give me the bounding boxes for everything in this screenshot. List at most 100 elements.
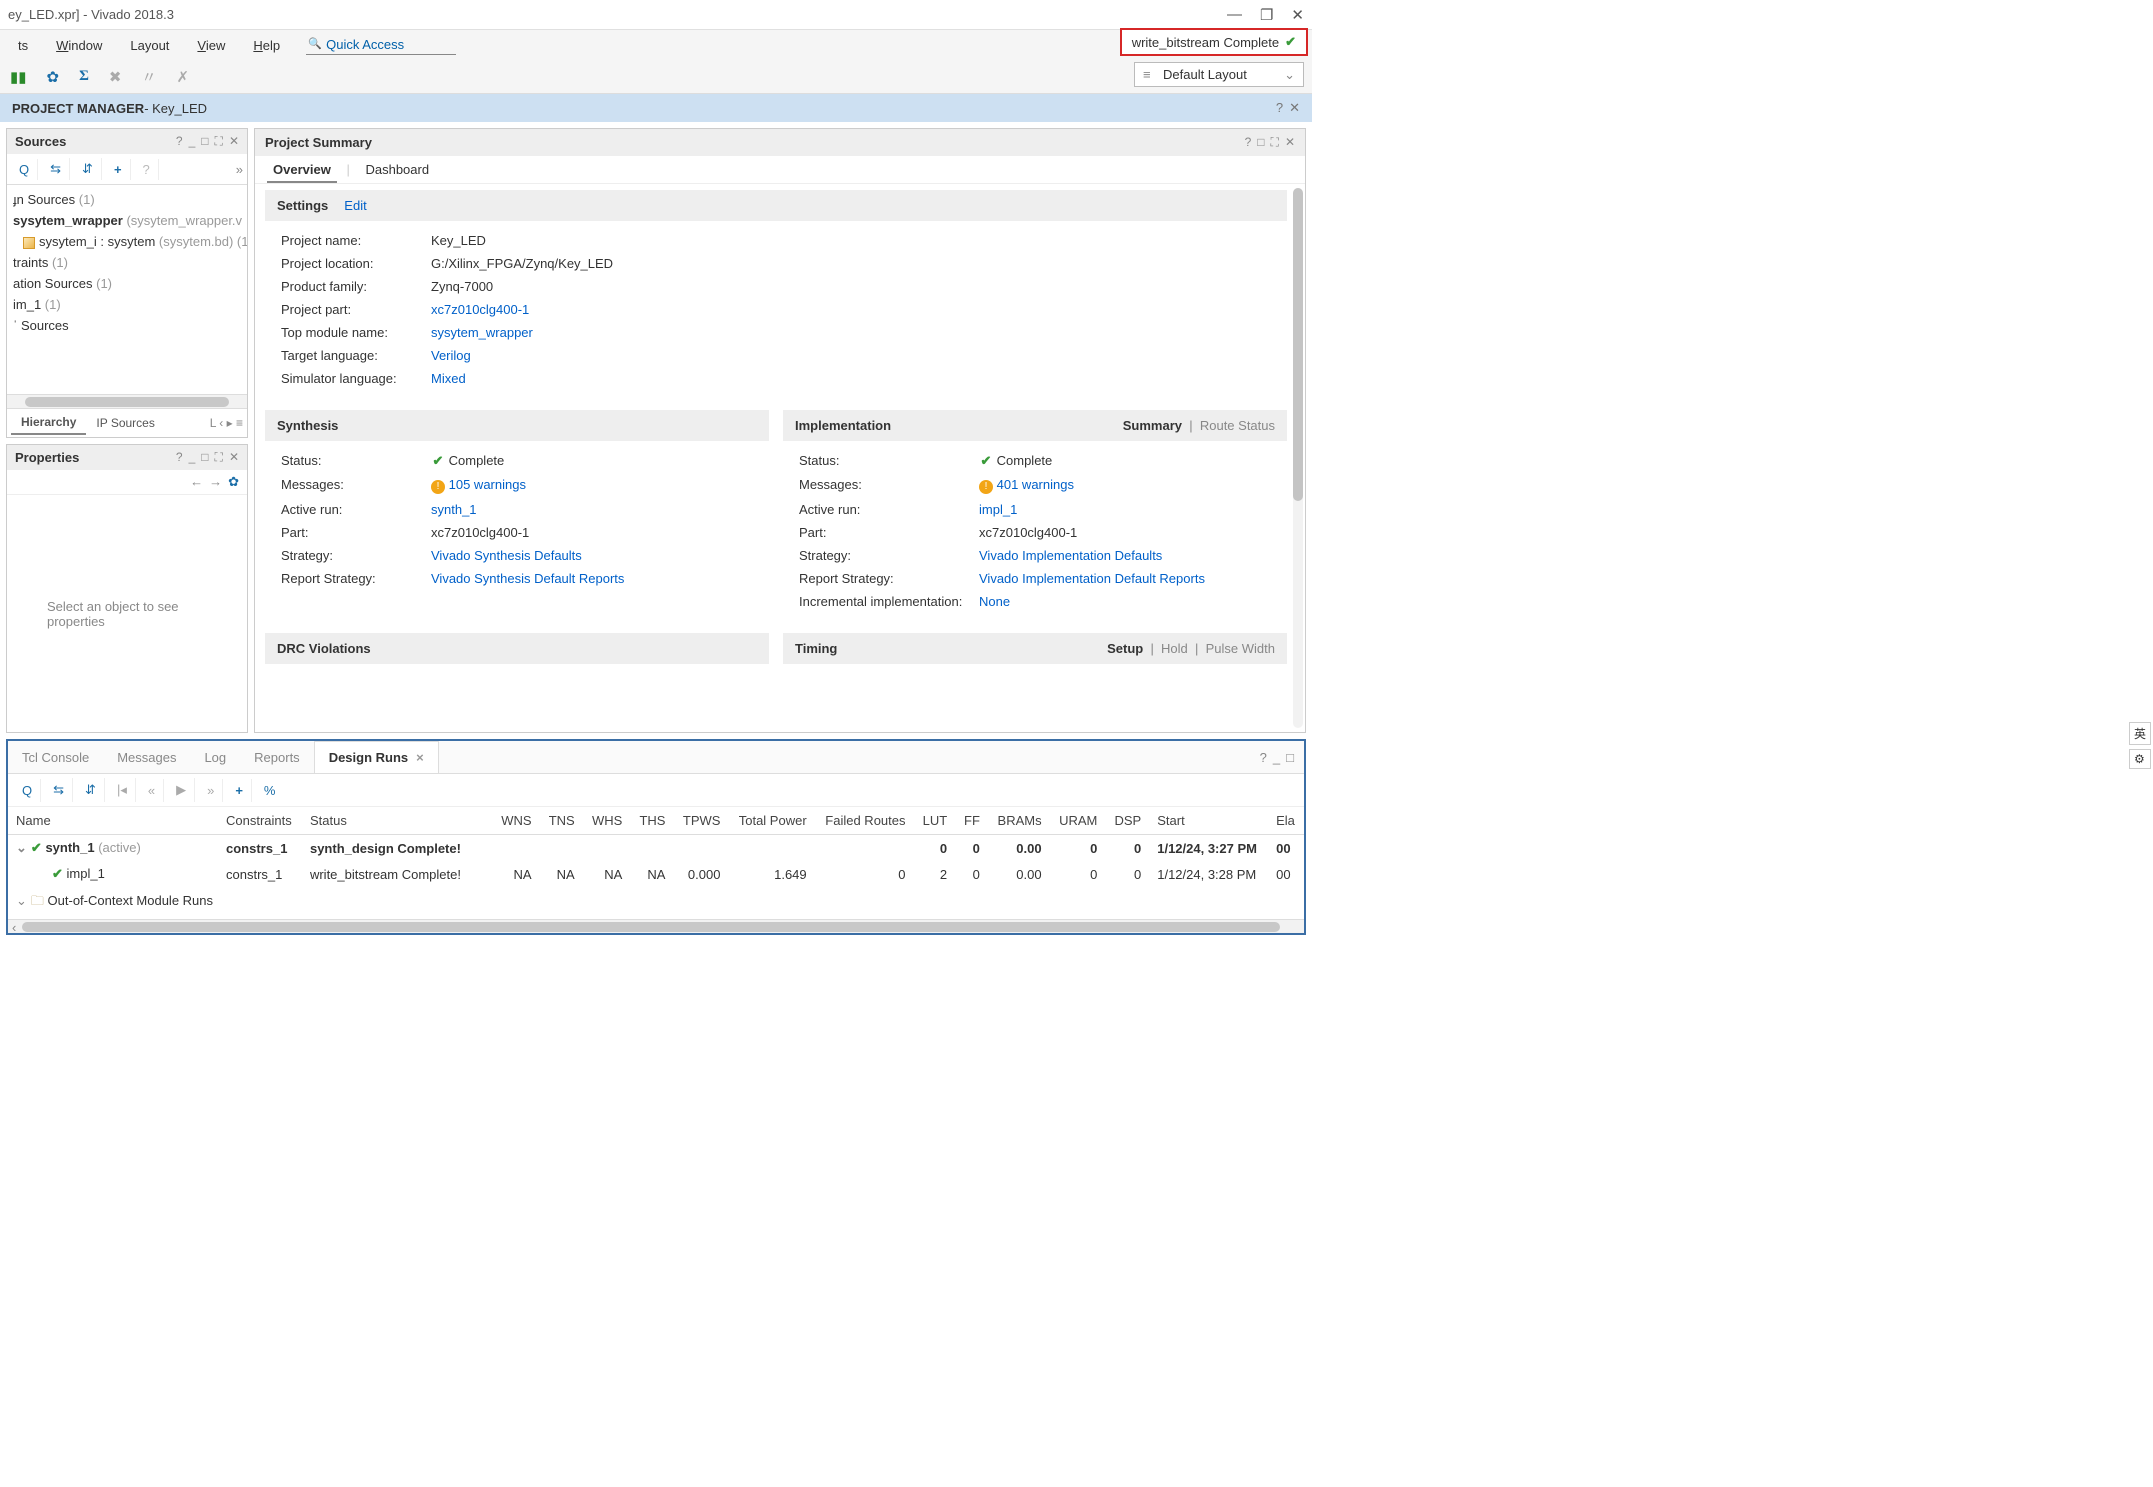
back-icon[interactable]: ← xyxy=(190,474,203,490)
run-row-synth[interactable]: ⌄✔ synth_1 (active) constrs_1 synth_desi… xyxy=(8,835,1304,862)
impl-run-link[interactable]: impl_1 xyxy=(979,502,1017,517)
collapse-icon[interactable]: ⇆ xyxy=(45,778,73,802)
close-button[interactable]: ✕ xyxy=(1291,6,1304,24)
minimize-icon[interactable]: _ xyxy=(1273,750,1280,765)
restore-icon[interactable]: □ xyxy=(1257,135,1264,150)
restore-icon[interactable]: □ xyxy=(201,134,208,149)
tab-close-icon[interactable]: × xyxy=(416,750,424,765)
restore-icon[interactable]: □ xyxy=(1286,750,1294,765)
ime-indicator[interactable]: 英 xyxy=(2129,722,2151,745)
tabs-more[interactable]: L ‹ ▸ ≡ xyxy=(210,416,243,430)
timing-header: Timing Setup | Hold | Pulse Width xyxy=(783,633,1287,664)
first-icon[interactable]: |◂ xyxy=(109,778,136,802)
run-row-ooc[interactable]: ⌄🗀 Out-of-Context Module Runs xyxy=(8,887,1304,919)
summary-vscroll[interactable] xyxy=(1293,188,1303,728)
info-icon[interactable]: ? xyxy=(135,159,159,180)
quick-access-input[interactable]: Quick Access xyxy=(306,35,456,55)
close-icon[interactable]: ✕ xyxy=(1285,135,1295,150)
help-icon[interactable]: ? xyxy=(1276,100,1283,116)
sources-header: Sources ? _ □ ⛶ ✕ xyxy=(7,129,247,154)
collapse-icon[interactable]: ⇆ xyxy=(42,158,70,180)
menu-window[interactable]: Window xyxy=(44,34,114,57)
synth-report-link[interactable]: Vivado Synthesis Default Reports xyxy=(431,571,624,586)
sources-tree[interactable]: ɟn Sources (1) sysytem_wrapper (sysytem_… xyxy=(7,185,247,394)
chevron-down-icon[interactable]: ⌄ xyxy=(16,893,27,908)
project-part-link[interactable]: xc7z010clg400-1 xyxy=(431,302,529,317)
add-icon[interactable]: + xyxy=(106,159,131,180)
gear-icon[interactable]: ⚙ xyxy=(2129,749,2151,769)
minimize-icon[interactable]: _ xyxy=(189,134,196,149)
synth-run-link[interactable]: synth_1 xyxy=(431,502,477,517)
tab-messages[interactable]: Messages xyxy=(103,742,190,773)
help-icon[interactable]: ? xyxy=(1260,750,1267,765)
percent-icon[interactable]: % xyxy=(256,779,284,802)
project-summary-panel: Project Summary ? □ ⛶ ✕ Overview | Dashb… xyxy=(254,128,1306,733)
prev-icon[interactable]: « xyxy=(140,779,164,802)
tab-dashboard[interactable]: Dashboard xyxy=(359,158,435,181)
edit-link[interactable]: Edit xyxy=(344,198,366,213)
minimize-icon[interactable]: _ xyxy=(189,450,196,465)
menu-view[interactable]: View xyxy=(185,34,237,57)
sigma-icon[interactable]: Σ xyxy=(79,68,89,85)
tree-row: sysytem_wrapper (sysytem_wrapper.v xyxy=(9,210,245,231)
tab-overview[interactable]: Overview xyxy=(267,158,337,183)
maximize-icon[interactable]: ⛶ xyxy=(215,450,223,465)
tab-tcl[interactable]: Tcl Console xyxy=(8,742,103,773)
help-icon[interactable]: ? xyxy=(176,450,183,465)
forward-icon[interactable]: → xyxy=(209,474,222,490)
impl-warnings-link[interactable]: 401 warnings xyxy=(997,477,1074,492)
synth-warnings-link[interactable]: 105 warnings xyxy=(449,477,526,492)
help-icon[interactable]: ? xyxy=(1245,135,1252,150)
expand-icon[interactable]: ⇵ xyxy=(74,158,102,180)
add-icon[interactable]: + xyxy=(227,779,252,802)
properties-empty-text: Select an object to see properties xyxy=(7,495,247,732)
next-icon[interactable]: » xyxy=(199,779,223,802)
properties-panel: Properties ? _ □ ⛶ ✕ ← → ✿ Select an obj… xyxy=(6,444,248,733)
tab-reports[interactable]: Reports xyxy=(240,742,314,773)
settings-icon[interactable]: ✿ xyxy=(47,68,60,86)
menu-ts[interactable]: ts xyxy=(6,34,40,57)
menu-layout[interactable]: Layout xyxy=(118,34,181,57)
play-icon[interactable]: ▶ xyxy=(168,778,195,802)
synth-strategy-link[interactable]: Vivado Synthesis Defaults xyxy=(431,548,582,563)
impl-strategy-link[interactable]: Vivado Implementation Defaults xyxy=(979,548,1162,563)
search-icon[interactable]: Q xyxy=(11,159,38,180)
run-row-impl[interactable]: ✔ impl_1 constrs_1 write_bitstream Compl… xyxy=(8,861,1304,887)
menu-help[interactable]: Help xyxy=(241,34,292,57)
impl-incremental-link[interactable]: None xyxy=(979,594,1010,609)
tab-log[interactable]: Log xyxy=(190,742,240,773)
runs-hscroll[interactable]: ‹ xyxy=(8,919,1304,933)
close-icon[interactable]: ✕ xyxy=(229,134,239,149)
tab-hierarchy[interactable]: Hierarchy xyxy=(11,411,86,435)
toolbar-btn-1[interactable]: ▮▮ xyxy=(10,68,27,86)
maximize-icon[interactable]: ⛶ xyxy=(1271,135,1279,150)
help-icon[interactable]: ? xyxy=(176,134,183,149)
properties-title: Properties xyxy=(15,450,79,465)
sources-hscroll[interactable] xyxy=(7,394,247,408)
more-icon[interactable]: » xyxy=(236,162,243,177)
target-lang-link[interactable]: Verilog xyxy=(431,348,471,363)
sim-lang-link[interactable]: Mixed xyxy=(431,371,466,386)
minimize-button[interactable]: — xyxy=(1227,6,1242,24)
maximize-icon[interactable]: ⛶ xyxy=(215,134,223,149)
tree-row: ˈ Sources xyxy=(9,315,245,336)
tab-ip-sources[interactable]: IP Sources xyxy=(86,412,164,434)
impl-report-link[interactable]: Vivado Implementation Default Reports xyxy=(979,571,1205,586)
check-icon: ✔ xyxy=(979,453,993,469)
summary-link[interactable]: Summary xyxy=(1123,418,1182,433)
tab-design-runs[interactable]: Design Runs× xyxy=(314,741,439,773)
hold-link[interactable]: Hold xyxy=(1161,641,1188,656)
chevron-down-icon[interactable]: ⌄ xyxy=(16,840,27,855)
search-icon[interactable]: Q xyxy=(14,779,41,802)
restore-icon[interactable]: □ xyxy=(201,450,208,465)
pulse-width-link[interactable]: Pulse Width xyxy=(1206,641,1275,656)
route-status-link[interactable]: Route Status xyxy=(1200,418,1275,433)
setup-link[interactable]: Setup xyxy=(1107,641,1143,656)
top-module-link[interactable]: sysytem_wrapper xyxy=(431,325,533,340)
gear-icon[interactable]: ✿ xyxy=(228,474,239,490)
close-panel-icon[interactable]: ✕ xyxy=(1289,100,1300,116)
close-icon[interactable]: ✕ xyxy=(229,450,239,465)
maximize-button[interactable]: ❐ xyxy=(1260,6,1273,24)
expand-icon[interactable]: ⇵ xyxy=(77,778,105,802)
layout-dropdown[interactable]: Default Layout xyxy=(1134,62,1304,87)
